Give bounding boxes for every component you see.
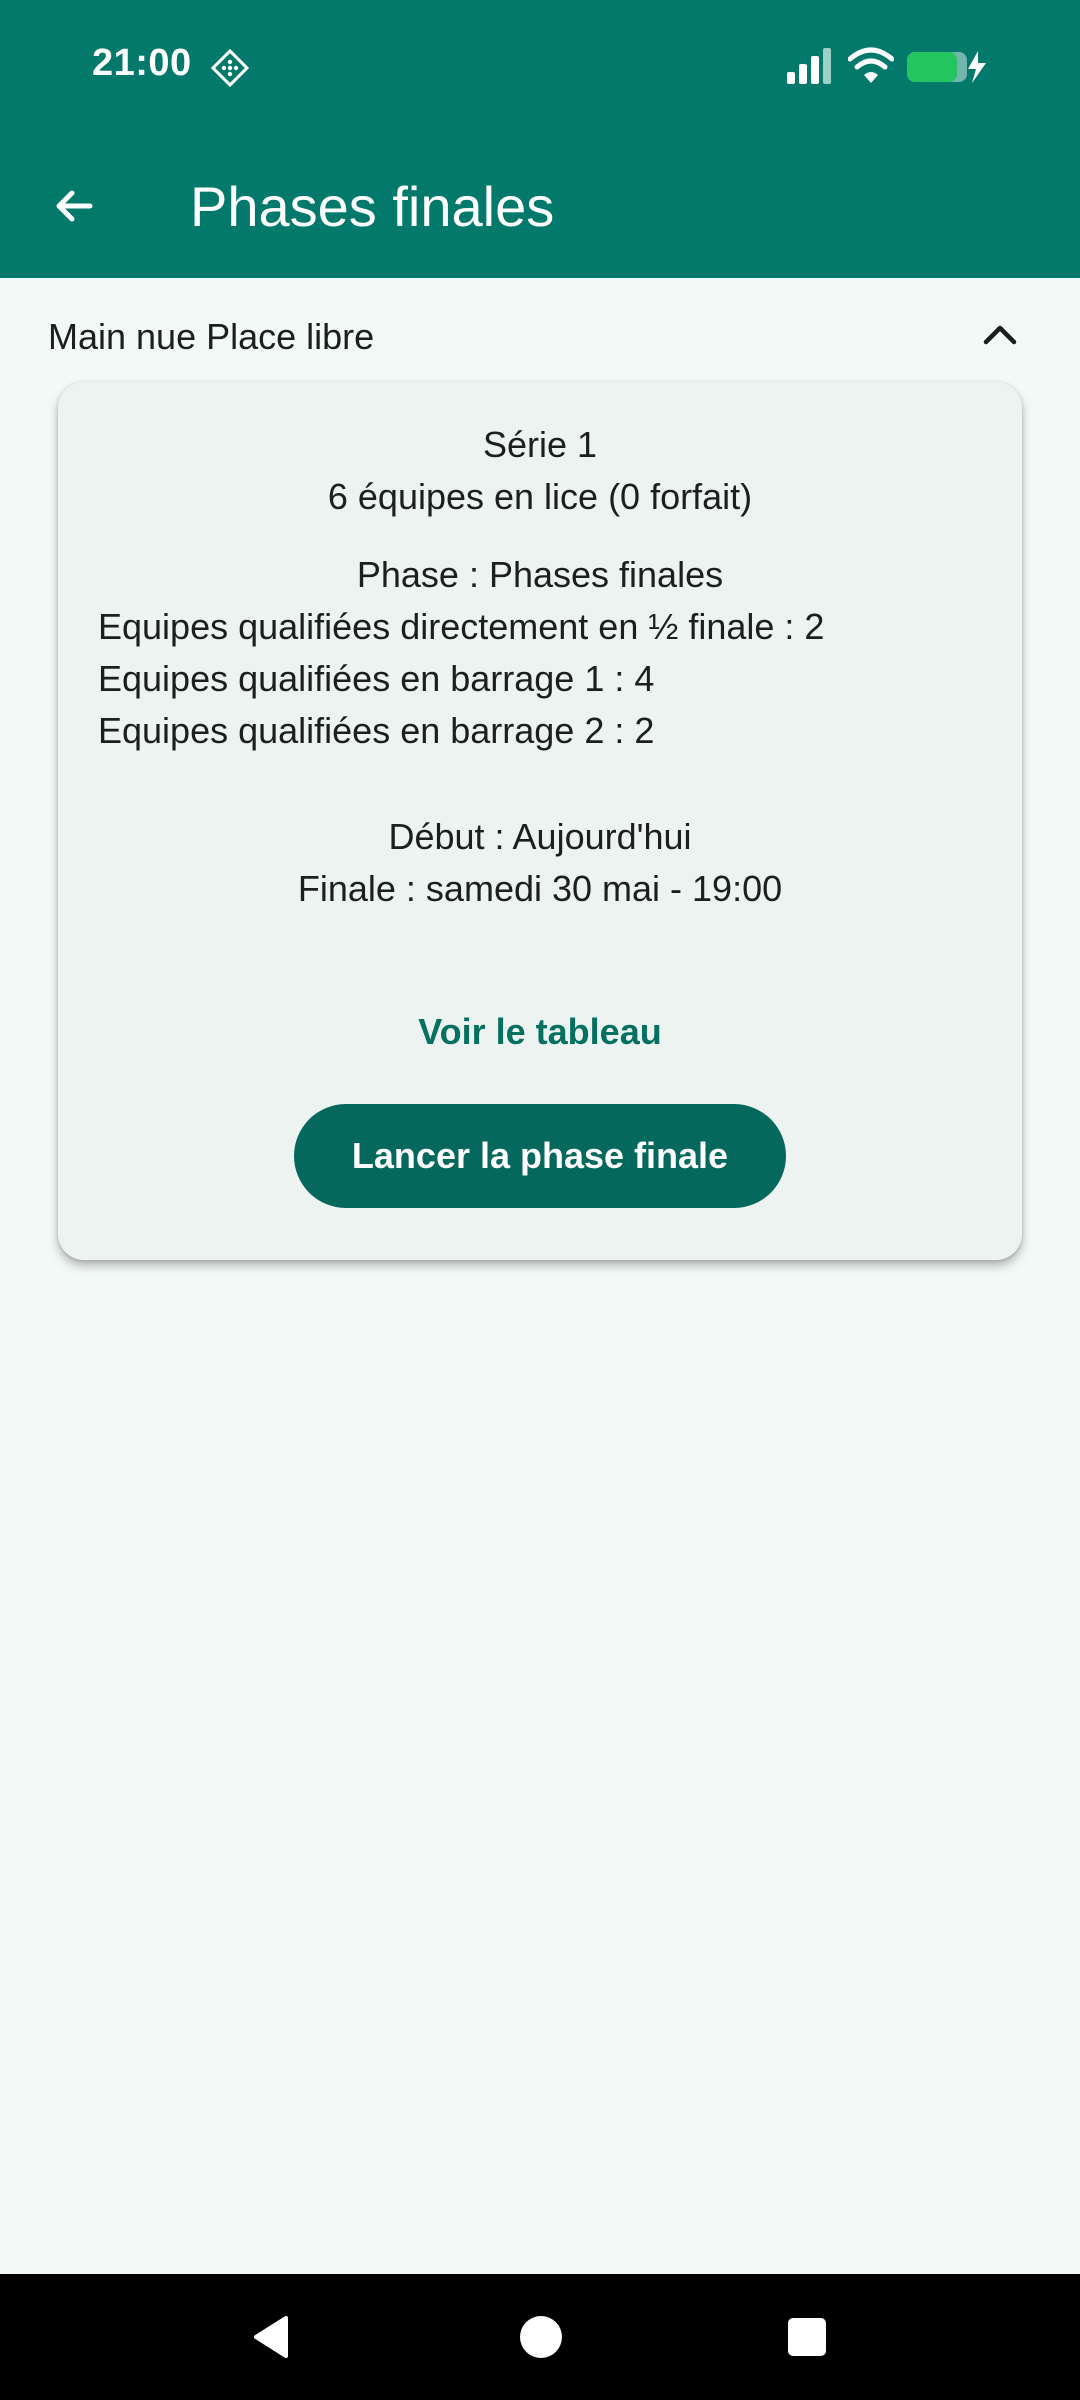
back-button[interactable]	[38, 170, 110, 242]
chevron-up-icon[interactable]	[978, 312, 1022, 356]
qualified-barrage-2: Equipes qualifiées en barrage 2 : 2	[98, 710, 655, 751]
cellular-signal-icon	[787, 48, 831, 84]
status-time: 21:00	[92, 42, 192, 84]
app-bar: 21:00 Phases finales	[0, 0, 1080, 278]
teams-count: 6 équipes en lice (0 forfait)	[327, 476, 753, 517]
start-date: Début : Aujourd'hui	[388, 816, 692, 857]
diamond-grid-icon	[210, 48, 250, 88]
phase-label: Phase : Phases finales	[356, 554, 724, 595]
launch-final-phase-button[interactable]: Lancer la phase finale	[294, 1104, 786, 1208]
arrow-left-icon	[56, 190, 93, 222]
page-title: Phases finales	[190, 175, 555, 238]
back-triangle-icon[interactable]	[248, 2314, 294, 2360]
section-title: Main nue Place libre	[48, 316, 375, 357]
home-circle-icon[interactable]	[518, 2314, 564, 2360]
battery-charging-icon	[907, 51, 986, 83]
qualified-semi: Equipes qualifiées directement en ½ fina…	[98, 606, 825, 647]
final-date: Finale : samedi 30 mai - 19:00	[297, 868, 783, 909]
wifi-icon	[848, 47, 894, 83]
section-header[interactable]: Main nue Place libre	[0, 296, 1080, 376]
navigation-bar	[0, 2274, 1080, 2400]
status-bar: 21:00	[0, 0, 1080, 135]
phase-card: Série 1 6 équipes en lice (0 forfait) Ph…	[58, 382, 1022, 1260]
view-table-link[interactable]: Voir le tableau	[390, 1002, 690, 1062]
recents-square-icon[interactable]	[786, 2316, 828, 2358]
series-label: Série 1	[482, 424, 598, 465]
qualified-barrage-1: Equipes qualifiées en barrage 1 : 4	[98, 658, 655, 699]
